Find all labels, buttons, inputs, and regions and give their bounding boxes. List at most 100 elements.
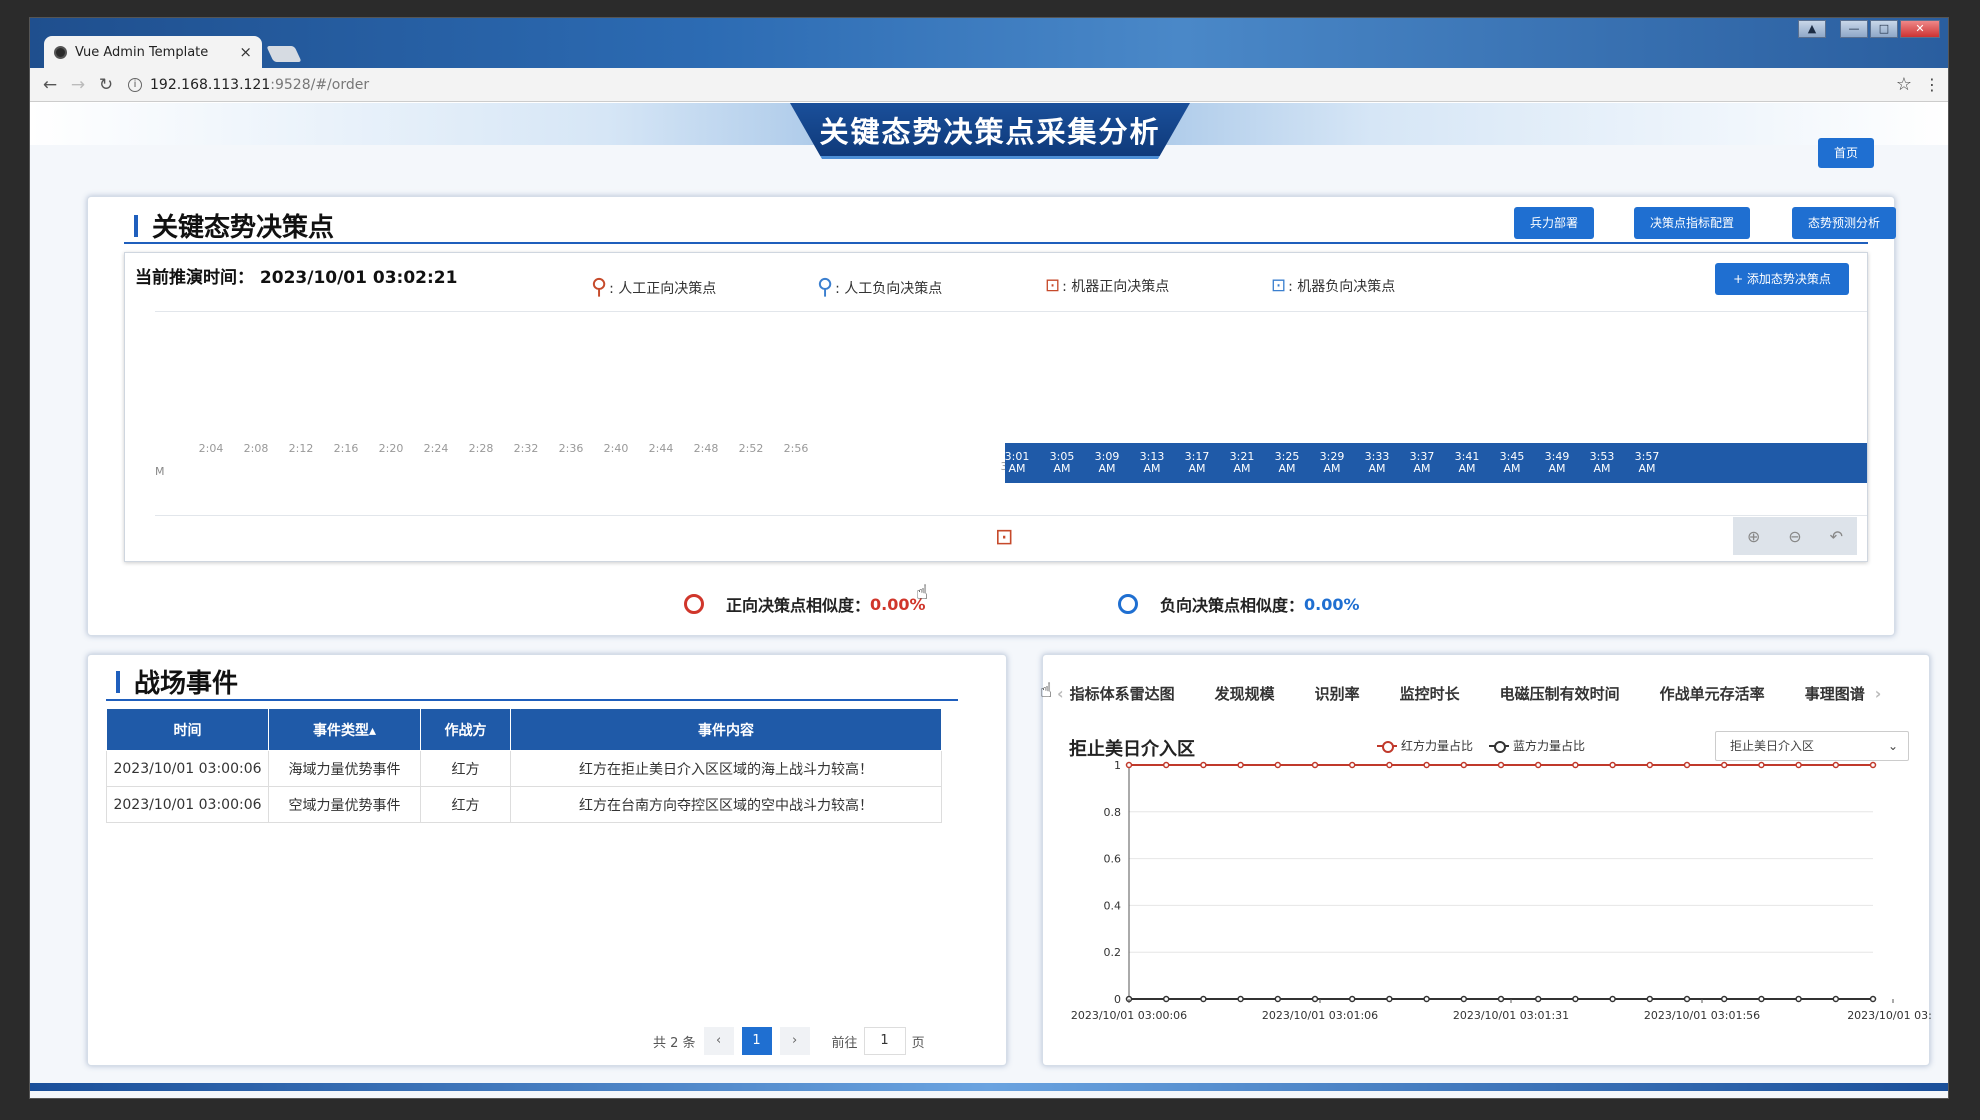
zoom-out-icon[interactable]: ⊖ bbox=[1788, 527, 1801, 546]
window-controls: ▲ — □ ✕ bbox=[1798, 20, 1940, 38]
close-button[interactable]: ✕ bbox=[1900, 20, 1940, 38]
data-point bbox=[1646, 761, 1654, 769]
page-title-banner: 关键态势决策点采集分析 bbox=[790, 103, 1190, 159]
column-header-side[interactable]: 作战方 bbox=[420, 708, 511, 751]
legend-label: 红方力量占比 bbox=[1401, 739, 1474, 753]
minimize-button[interactable]: — bbox=[1840, 20, 1868, 38]
tab-monitor-duration[interactable]: 监控时长 bbox=[1400, 683, 1460, 704]
data-point bbox=[1200, 761, 1207, 769]
maximize-button[interactable]: □ bbox=[1870, 20, 1898, 38]
data-point bbox=[1534, 761, 1542, 769]
force-deploy-button[interactable]: 兵力部署 bbox=[1514, 207, 1594, 239]
tabs-next-icon[interactable]: › bbox=[1875, 684, 1882, 703]
home-button[interactable]: 首页 bbox=[1818, 138, 1874, 168]
column-header-content[interactable]: 事件内容 bbox=[510, 708, 942, 751]
info-icon[interactable]: i bbox=[128, 77, 142, 92]
data-point bbox=[1497, 995, 1505, 1003]
data-point bbox=[1795, 995, 1802, 1003]
timeline-bottom-line bbox=[155, 515, 1867, 516]
positive-ring-icon bbox=[684, 594, 704, 614]
tab-em-suppression[interactable]: 电磁压制有效时间 bbox=[1500, 683, 1620, 704]
timeline-axis-selected[interactable]: 3:01 AM 3:05 AM 3:09 AM 3:13 AM 3:17 AM 3:21 … bbox=[1005, 443, 1867, 483]
pager-page-1[interactable]: 1 bbox=[741, 1027, 772, 1055]
zoom-in-icon[interactable]: ⊕ bbox=[1747, 527, 1760, 546]
tick-label: 2:20 bbox=[378, 442, 404, 455]
legend-marker bbox=[1489, 740, 1509, 753]
tick-label: 2:32 bbox=[513, 442, 539, 455]
data-point bbox=[1311, 995, 1319, 1003]
url-input[interactable]: i 192.168.113.121 :9528/#/order bbox=[128, 72, 1888, 98]
x-tick-label: 2023/10/01 03:0 bbox=[1847, 1009, 1931, 1022]
negative-similarity-label: 负向决策点相似度： bbox=[1160, 596, 1305, 615]
bookmark-star-icon[interactable]: ☆ bbox=[1896, 74, 1912, 95]
battlefield-events-panel: 战场事件 时间 事件类型▴ 作战方 事件内容 2023/10/01 03:00:… bbox=[87, 654, 1007, 1066]
negative-similarity-value: 0.00% bbox=[1304, 594, 1360, 614]
pagination: 共 2 条 ‹ 1 › 前往 1 页 bbox=[653, 1027, 925, 1055]
current-time-label: 当前推演时间： 2023/10/01 03:02:21 bbox=[135, 268, 458, 288]
tick-label: 3:05 AM bbox=[1049, 450, 1075, 475]
tab-discovery-scale[interactable]: 发现规模 bbox=[1215, 683, 1275, 704]
add-decision-point-button[interactable]: + 添加态势决策点 bbox=[1715, 263, 1849, 295]
data-point bbox=[1758, 995, 1765, 1003]
tick-label: 2:08 bbox=[243, 442, 269, 455]
legend-red[interactable]: 红方力量占比 bbox=[1377, 737, 1473, 754]
tab-survival-rate[interactable]: 作战单元存活率 bbox=[1660, 683, 1765, 704]
tick-label: 2:28 bbox=[468, 442, 494, 455]
tick-label: 3:49 AM bbox=[1544, 450, 1570, 475]
pager-goto-input[interactable]: 1 bbox=[863, 1027, 906, 1055]
indicator-tabs: ‹ 指标体系雷达图 发现规模 识别率 监控时长 电磁压制有效时间 作战单元存活率… bbox=[1057, 683, 1917, 704]
tick-label: 2:52 bbox=[738, 442, 764, 455]
data-point bbox=[1609, 761, 1616, 769]
legend-machine-negative: ⊡ : 机器负向决策点 bbox=[1271, 275, 1395, 296]
data-point bbox=[1460, 761, 1468, 769]
x-tick-label: 2023/10/01 03:01:06 bbox=[1262, 1009, 1378, 1022]
data-point bbox=[1386, 761, 1393, 769]
back-icon[interactable]: ← bbox=[38, 73, 62, 97]
table-cell: 红方 bbox=[420, 750, 511, 787]
column-header-time[interactable]: 时间 bbox=[106, 708, 269, 751]
favicon-icon bbox=[54, 45, 67, 59]
pager-prev-button[interactable]: ‹ bbox=[703, 1027, 734, 1055]
prediction-analysis-button[interactable]: 态势预测分析 bbox=[1792, 207, 1896, 239]
new-tab-button[interactable] bbox=[266, 46, 302, 62]
decision-panel-title: 关键态势决策点 bbox=[152, 213, 335, 243]
x-tick-label: 2023/10/01 03:01:31 bbox=[1453, 1009, 1569, 1022]
events-panel-title: 战场事件 bbox=[134, 669, 239, 699]
forward-icon[interactable]: → bbox=[66, 73, 90, 97]
legend-machine-positive: ⊡ : 机器正向决策点 bbox=[1045, 275, 1169, 296]
table-row[interactable]: 2023/10/01 03:00:06 空域力量优势事件 红方 红方在台南方向夺… bbox=[106, 786, 942, 823]
user-icon[interactable]: ▲ bbox=[1798, 20, 1826, 38]
data-point bbox=[1237, 995, 1244, 1003]
data-point bbox=[1572, 761, 1579, 769]
pager-next-button[interactable]: › bbox=[779, 1027, 810, 1055]
browser-tab[interactable]: Vue Admin Template × bbox=[44, 36, 262, 68]
tick-label: 3:53 AM bbox=[1589, 450, 1615, 475]
negative-ring-icon bbox=[1118, 594, 1138, 614]
menu-icon[interactable]: ⋮ bbox=[1924, 75, 1940, 94]
title-underline bbox=[124, 242, 1868, 244]
data-point bbox=[1683, 995, 1691, 1003]
tabs-prev-icon[interactable]: ‹ bbox=[1057, 684, 1064, 703]
tab-title: Vue Admin Template bbox=[75, 44, 209, 60]
y-tick-label: 0.6 bbox=[1104, 853, 1122, 866]
robot-icon[interactable]: ⊡ bbox=[995, 525, 1013, 550]
tick-label: 3:45 AM bbox=[1499, 450, 1525, 475]
x-tick-label: 2023/10/01 03:01:56 bbox=[1644, 1009, 1760, 1022]
table-row[interactable]: 2023/10/01 03:00:06 海域力量优势事件 红方 红方在拒止美日介… bbox=[106, 750, 942, 787]
tab-radar[interactable]: 指标体系雷达图 bbox=[1070, 683, 1175, 704]
tick-label: 2:40 bbox=[603, 442, 629, 455]
tab-event-graph[interactable]: 事理图谱 bbox=[1805, 683, 1865, 704]
data-point bbox=[1162, 995, 1170, 1003]
reload-icon[interactable]: ↻ bbox=[94, 73, 118, 97]
undo-icon[interactable]: ↶ bbox=[1830, 527, 1843, 546]
indicator-config-button[interactable]: 决策点指标配置 bbox=[1634, 207, 1750, 239]
robot-icon: ⊡ bbox=[1271, 275, 1287, 296]
tab-recognition-rate[interactable]: 识别率 bbox=[1315, 683, 1360, 704]
tab-close-icon[interactable]: × bbox=[239, 43, 252, 61]
column-header-type[interactable]: 事件类型▴ bbox=[268, 708, 421, 751]
person-icon: ⚲ bbox=[817, 275, 834, 300]
table-cell: 红方 bbox=[420, 786, 511, 823]
legend-blue[interactable]: 蓝方力量占比 bbox=[1489, 737, 1585, 754]
data-point bbox=[1274, 761, 1282, 769]
timeline-top-line bbox=[155, 311, 1867, 312]
